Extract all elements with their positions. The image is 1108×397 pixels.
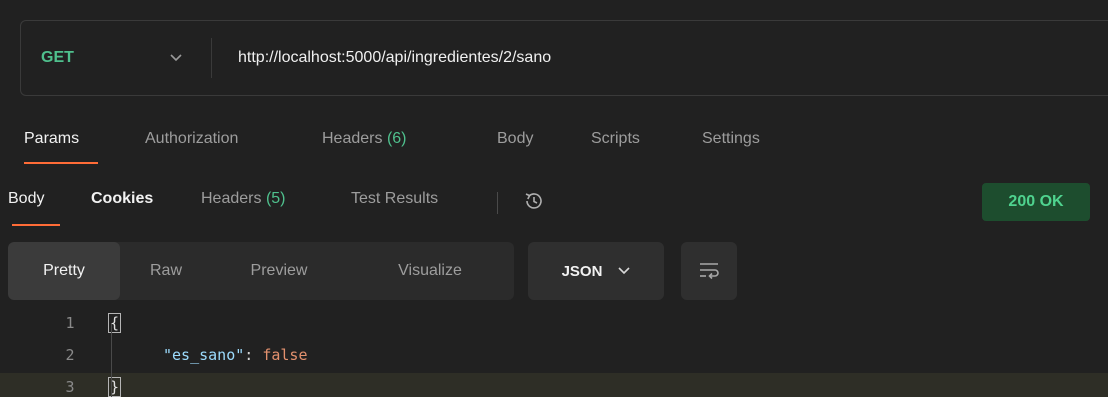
line-number: 1	[65, 314, 75, 332]
tab-body[interactable]: Body	[497, 118, 591, 166]
indent-guide	[111, 324, 112, 397]
response-tab-headers-count: (5)	[265, 190, 286, 207]
response-tab-test-results[interactable]: Test Results	[351, 190, 438, 208]
history-icon[interactable]	[522, 189, 546, 213]
status-badge[interactable]: 200 OK	[982, 183, 1090, 221]
chevron-down-icon	[618, 267, 630, 275]
line-number: 2	[65, 346, 75, 364]
view-mode-group: Pretty Raw Preview Visualize	[8, 242, 514, 300]
tab-scripts-label: Scripts	[591, 130, 640, 147]
response-tab-cookies-label: Cookies	[91, 190, 154, 207]
json-value: false	[262, 346, 308, 364]
response-tabs: Body Cookies Headers (5) Test Results 20…	[0, 176, 1108, 228]
view-raw-label: Raw	[149, 262, 182, 279]
response-tab-test-results-label: Test Results	[351, 190, 439, 207]
active-tab-indicator	[12, 224, 60, 226]
wrap-lines-button[interactable]	[681, 242, 737, 300]
url-bar: GET	[20, 20, 1108, 96]
json-key: "es_sano"	[163, 346, 245, 364]
close-brace: }	[108, 377, 122, 397]
code-line-3: }	[108, 377, 122, 397]
method-selector[interactable]: GET	[21, 49, 141, 67]
tab-headers[interactable]: Headers (6)	[322, 118, 497, 166]
response-tab-headers-label: Headers	[201, 190, 262, 207]
format-select-label: JSON	[561, 262, 603, 280]
json-colon: :	[244, 346, 263, 364]
tab-params-label: Params	[24, 130, 80, 147]
tab-authorization-label: Authorization	[145, 130, 239, 147]
view-raw-button[interactable]: Raw	[120, 242, 212, 300]
view-pretty-button[interactable]: Pretty	[8, 242, 120, 300]
tab-params[interactable]: Params	[24, 118, 145, 166]
line-number: 3	[65, 378, 75, 396]
response-tab-headers[interactable]: Headers (5)	[201, 190, 286, 208]
tab-scripts[interactable]: Scripts	[591, 118, 702, 166]
tab-authorization[interactable]: Authorization	[145, 118, 322, 166]
tab-settings-label: Settings	[702, 130, 760, 147]
tab-settings[interactable]: Settings	[702, 118, 802, 166]
format-select[interactable]: JSON	[528, 242, 664, 300]
request-tabs: Params Authorization Headers (6) Body Sc…	[24, 118, 802, 166]
code-line-2: "es_sano": false	[163, 346, 308, 364]
view-pretty-label: Pretty	[43, 262, 85, 279]
app-window: GET Params Authorization Headers (6) Bod…	[0, 0, 1108, 397]
url-divider	[211, 38, 212, 78]
view-visualize-label: Visualize	[398, 262, 462, 279]
chevron-down-icon[interactable]	[141, 54, 211, 62]
tab-divider	[497, 192, 498, 214]
tab-body-label: Body	[497, 130, 534, 147]
view-preview-label: Preview	[250, 262, 308, 279]
url-input[interactable]	[238, 49, 938, 67]
response-body[interactable]: 1 2 3 { "es_sano": false }	[0, 308, 1108, 397]
method-label: GET	[41, 49, 74, 66]
code-line-1: {	[108, 313, 122, 333]
open-brace: {	[108, 313, 122, 333]
view-visualize-button[interactable]: Visualize	[346, 242, 514, 300]
tab-headers-count: (6)	[386, 130, 407, 147]
tab-headers-label: Headers	[322, 130, 383, 147]
response-tab-cookies[interactable]: Cookies	[91, 190, 153, 208]
response-tab-body[interactable]: Body	[8, 190, 44, 208]
wrap-lines-icon	[698, 261, 720, 281]
view-preview-button[interactable]: Preview	[212, 242, 346, 300]
response-tab-body-label: Body	[8, 190, 45, 207]
status-badge-label: 200 OK	[1008, 193, 1064, 210]
code-line-highlight	[0, 373, 1108, 397]
